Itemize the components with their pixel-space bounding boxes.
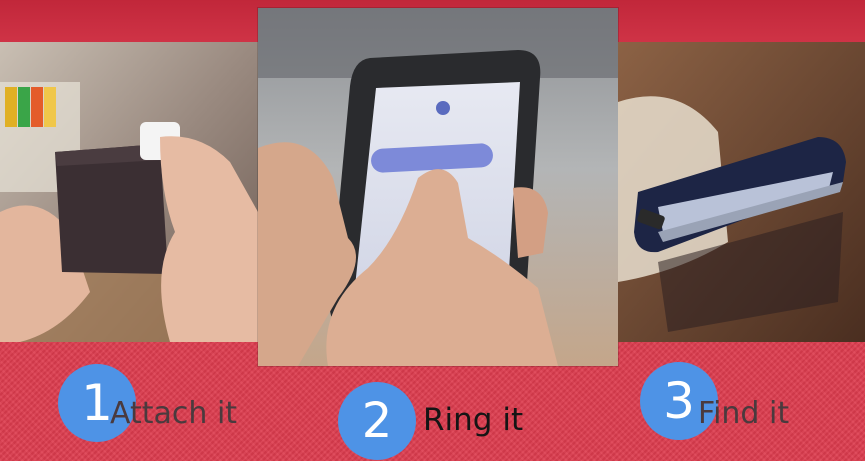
- find-photo: [618, 42, 865, 342]
- step-1-label: Attach it: [110, 396, 238, 431]
- ring-photo: [258, 8, 618, 366]
- step-2-label: Ring it: [423, 402, 524, 438]
- step-3-label: Find it: [698, 396, 790, 431]
- step-3-number: 3: [663, 372, 695, 430]
- step-2-number-badge: 2: [338, 382, 416, 460]
- step-2-number: 2: [361, 393, 393, 449]
- attach-photo: [0, 42, 258, 342]
- step-1-number: 1: [81, 374, 113, 432]
